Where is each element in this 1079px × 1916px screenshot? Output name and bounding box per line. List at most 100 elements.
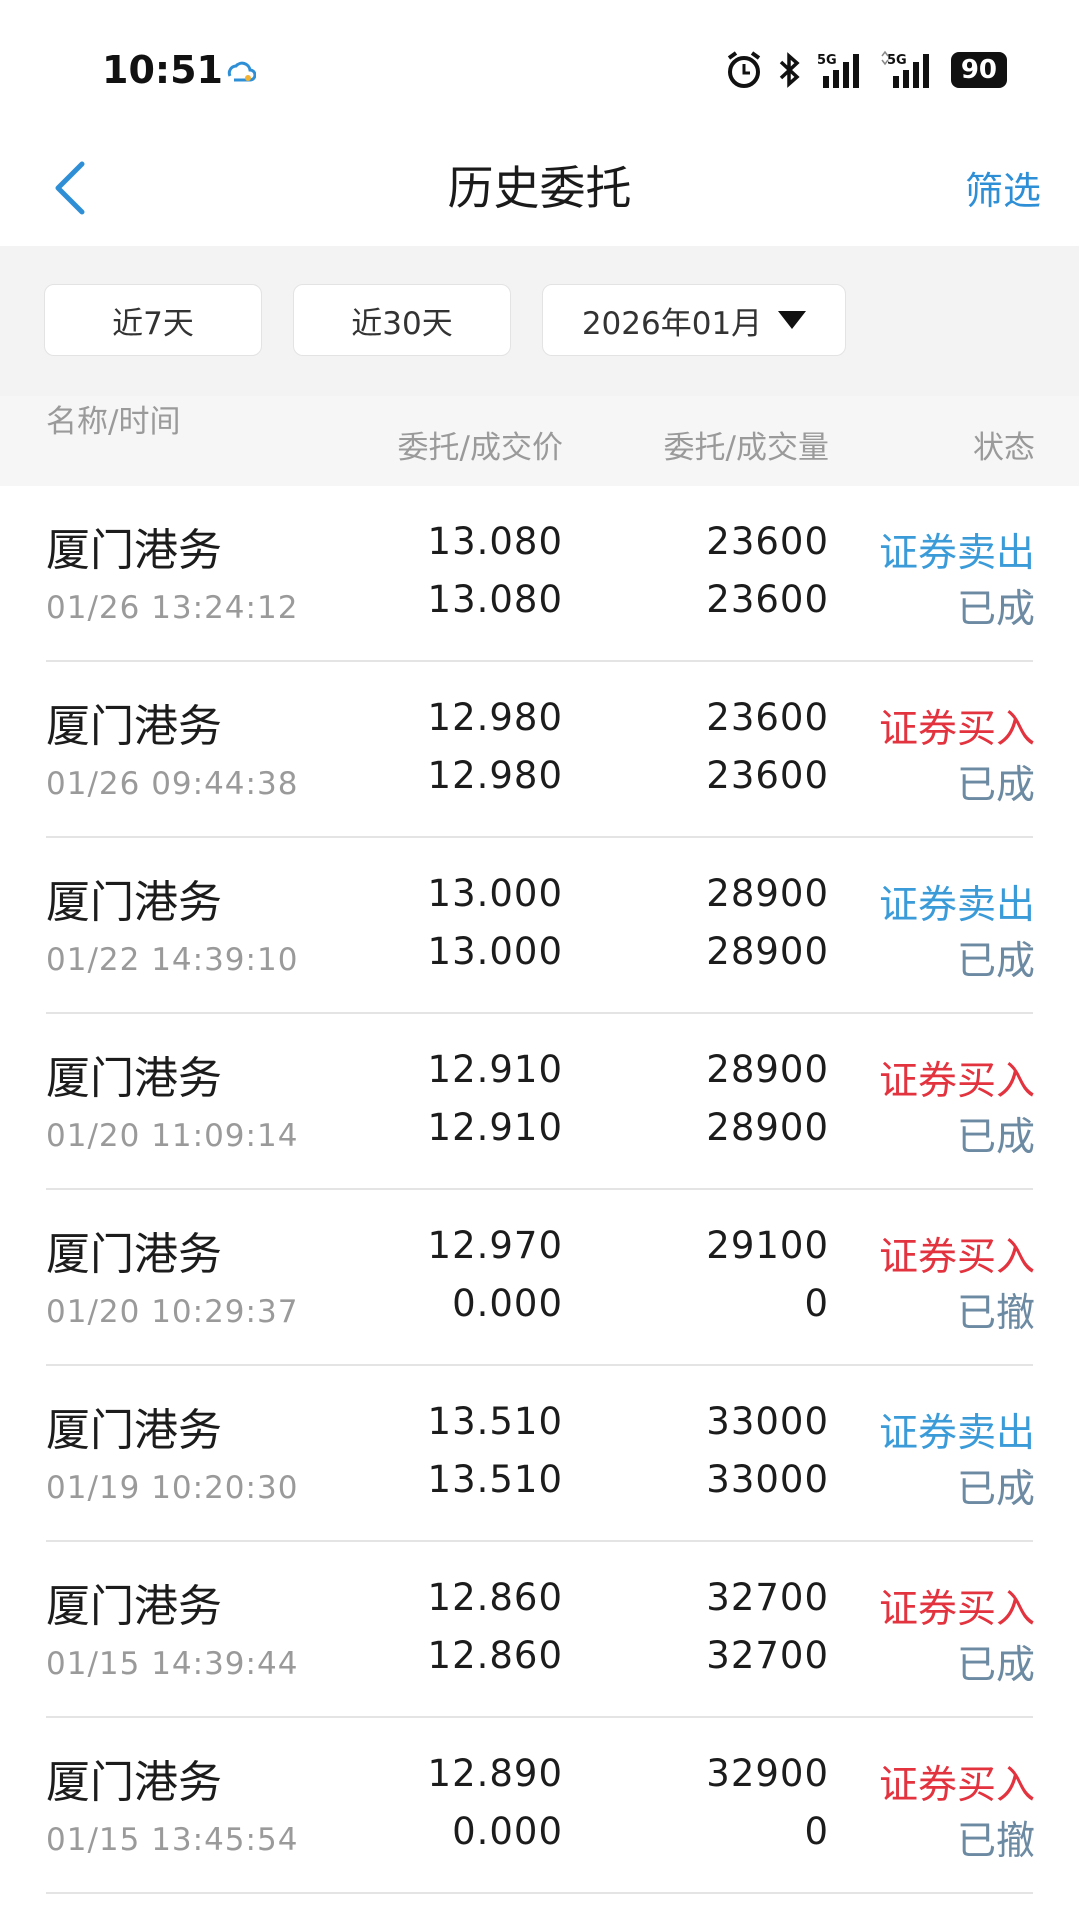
stock-name: 厦门港务 [46,877,222,928]
filter-button[interactable]: 筛选 [965,160,1041,215]
order-row[interactable]: 厦门港务 01/26 09:44:38 12.980 12.980 23600 … [0,662,1079,838]
order-state: 已撤 [956,1291,1035,1336]
order-time: 01/20 10:29:37 [46,1294,299,1330]
stock-name: 厦门港务 [46,1229,222,1280]
order-state: 已成 [956,1643,1035,1688]
order-price: 12.910 [427,1048,563,1091]
period-7-days-button[interactable]: 近7天 [44,284,262,356]
order-time: 01/19 10:20:30 [46,1470,299,1506]
deal-price: 0.000 [452,1810,563,1853]
order-qty: 23600 [706,696,829,739]
order-time: 01/20 11:09:14 [46,1118,299,1154]
order-type: 证券买入 [878,1587,1035,1632]
deal-price: 13.080 [427,578,563,621]
status-bar: 10:51 5G 5G 90 [0,0,1079,130]
deal-price: 0.000 [452,1282,563,1325]
order-time: 01/15 14:39:44 [46,1646,299,1682]
order-row[interactable]: 厦门港务 01/20 10:29:37 12.970 0.000 29100 0… [0,1190,1079,1366]
signal-5g-icon: 5G [817,53,859,88]
order-list: 厦门港务 01/26 13:24:12 13.080 13.080 23600 … [0,486,1079,1894]
caret-down-icon [778,311,807,329]
order-qty: 32900 [706,1752,829,1795]
column-status: 状态 [973,430,1035,466]
month-label: 2026年01月 [581,305,763,342]
battery-indicator: 90 [950,52,1007,88]
order-time: 01/22 14:39:10 [46,942,299,978]
svg-text:5G: 5G [817,53,837,68]
order-time: 01/15 13:45:54 [46,1822,299,1858]
order-type: 证券买入 [878,707,1035,752]
deal-price: 12.860 [427,1634,563,1677]
deal-price: 12.980 [427,754,563,797]
stock-name: 厦门港务 [46,701,222,752]
row-divider [46,1892,1033,1894]
order-state: 已撤 [956,1819,1035,1864]
order-row[interactable]: 厦门港务 01/15 13:45:54 12.890 0.000 32900 0… [0,1718,1079,1894]
deal-qty: 0 [804,1810,829,1853]
stock-name: 厦门港务 [46,1581,222,1632]
period-selector: 近7天 近30天 2026年01月 [0,246,1079,396]
order-state: 已成 [956,939,1035,984]
month-dropdown[interactable]: 2026年01月 [542,284,846,356]
svg-text:5G: 5G [887,53,907,68]
order-price: 12.890 [427,1752,563,1795]
deal-qty: 23600 [706,578,829,621]
order-time: 01/26 13:24:12 [46,590,299,626]
stock-name: 厦门港务 [46,1405,222,1456]
order-row[interactable]: 厦门港务 01/19 10:20:30 13.510 13.510 33000 … [0,1366,1079,1542]
status-icons: 5G 5G 90 [725,48,1007,92]
order-row[interactable]: 厦门港务 01/22 14:39:10 13.000 13.000 28900 … [0,838,1079,1014]
signal-5g-icon: 5G [881,50,929,88]
deal-qty: 0 [804,1282,829,1325]
column-header: 名称/时间 委托/成交价 委托/成交量 状态 [0,396,1079,486]
order-row[interactable]: 厦门港务 01/15 14:39:44 12.860 12.860 32700 … [0,1542,1079,1718]
order-type: 证券买入 [878,1059,1035,1104]
order-type: 证券买入 [878,1235,1035,1280]
order-row[interactable]: 厦门港务 01/20 11:09:14 12.910 12.910 28900 … [0,1014,1079,1190]
order-qty: 29100 [706,1224,829,1267]
column-price: 委托/成交价 [397,430,563,466]
order-price: 13.510 [427,1400,563,1443]
order-qty: 28900 [706,872,829,915]
order-price: 13.080 [427,520,563,563]
order-qty: 23600 [706,520,829,563]
period-30-days-button[interactable]: 近30天 [293,284,511,356]
stock-name: 厦门港务 [46,1053,222,1104]
stock-name: 厦门港务 [46,525,222,576]
order-state: 已成 [956,1115,1035,1160]
bluetooth-icon [779,52,800,88]
stock-name: 厦门港务 [46,1757,222,1808]
alarm-icon [727,51,760,88]
order-price: 12.860 [427,1576,563,1619]
deal-price: 13.510 [427,1458,563,1501]
order-time: 01/26 09:44:38 [46,766,299,802]
order-type: 证券卖出 [878,883,1035,928]
order-price: 12.980 [427,696,563,739]
deal-qty: 32700 [706,1634,829,1677]
order-qty: 28900 [706,1048,829,1091]
deal-qty: 23600 [706,754,829,797]
order-state: 已成 [956,763,1035,808]
deal-qty: 33000 [706,1458,829,1501]
deal-qty: 28900 [706,1106,829,1149]
nav-bar: 历史委托 筛选 [0,130,1079,246]
order-state: 已成 [956,1467,1035,1512]
deal-price: 13.000 [427,930,563,973]
order-type: 证券卖出 [878,531,1035,576]
column-qty: 委托/成交量 [663,430,829,466]
order-price: 12.970 [427,1224,563,1267]
weather-icon [227,61,256,82]
page-title: 历史委托 [447,161,632,215]
order-type: 证券卖出 [878,1411,1035,1456]
status-time: 10:51 [102,48,223,92]
period-7-days-label: 近7天 [112,305,194,342]
order-type: 证券买入 [878,1763,1035,1808]
period-30-days-label: 近30天 [351,305,453,342]
column-name-time: 名称/时间 [46,404,181,440]
order-row[interactable]: 厦门港务 01/26 13:24:12 13.080 13.080 23600 … [0,486,1079,662]
order-qty: 33000 [706,1400,829,1443]
deal-qty: 28900 [706,930,829,973]
order-price: 13.000 [427,872,563,915]
deal-price: 12.910 [427,1106,563,1149]
order-qty: 32700 [706,1576,829,1619]
